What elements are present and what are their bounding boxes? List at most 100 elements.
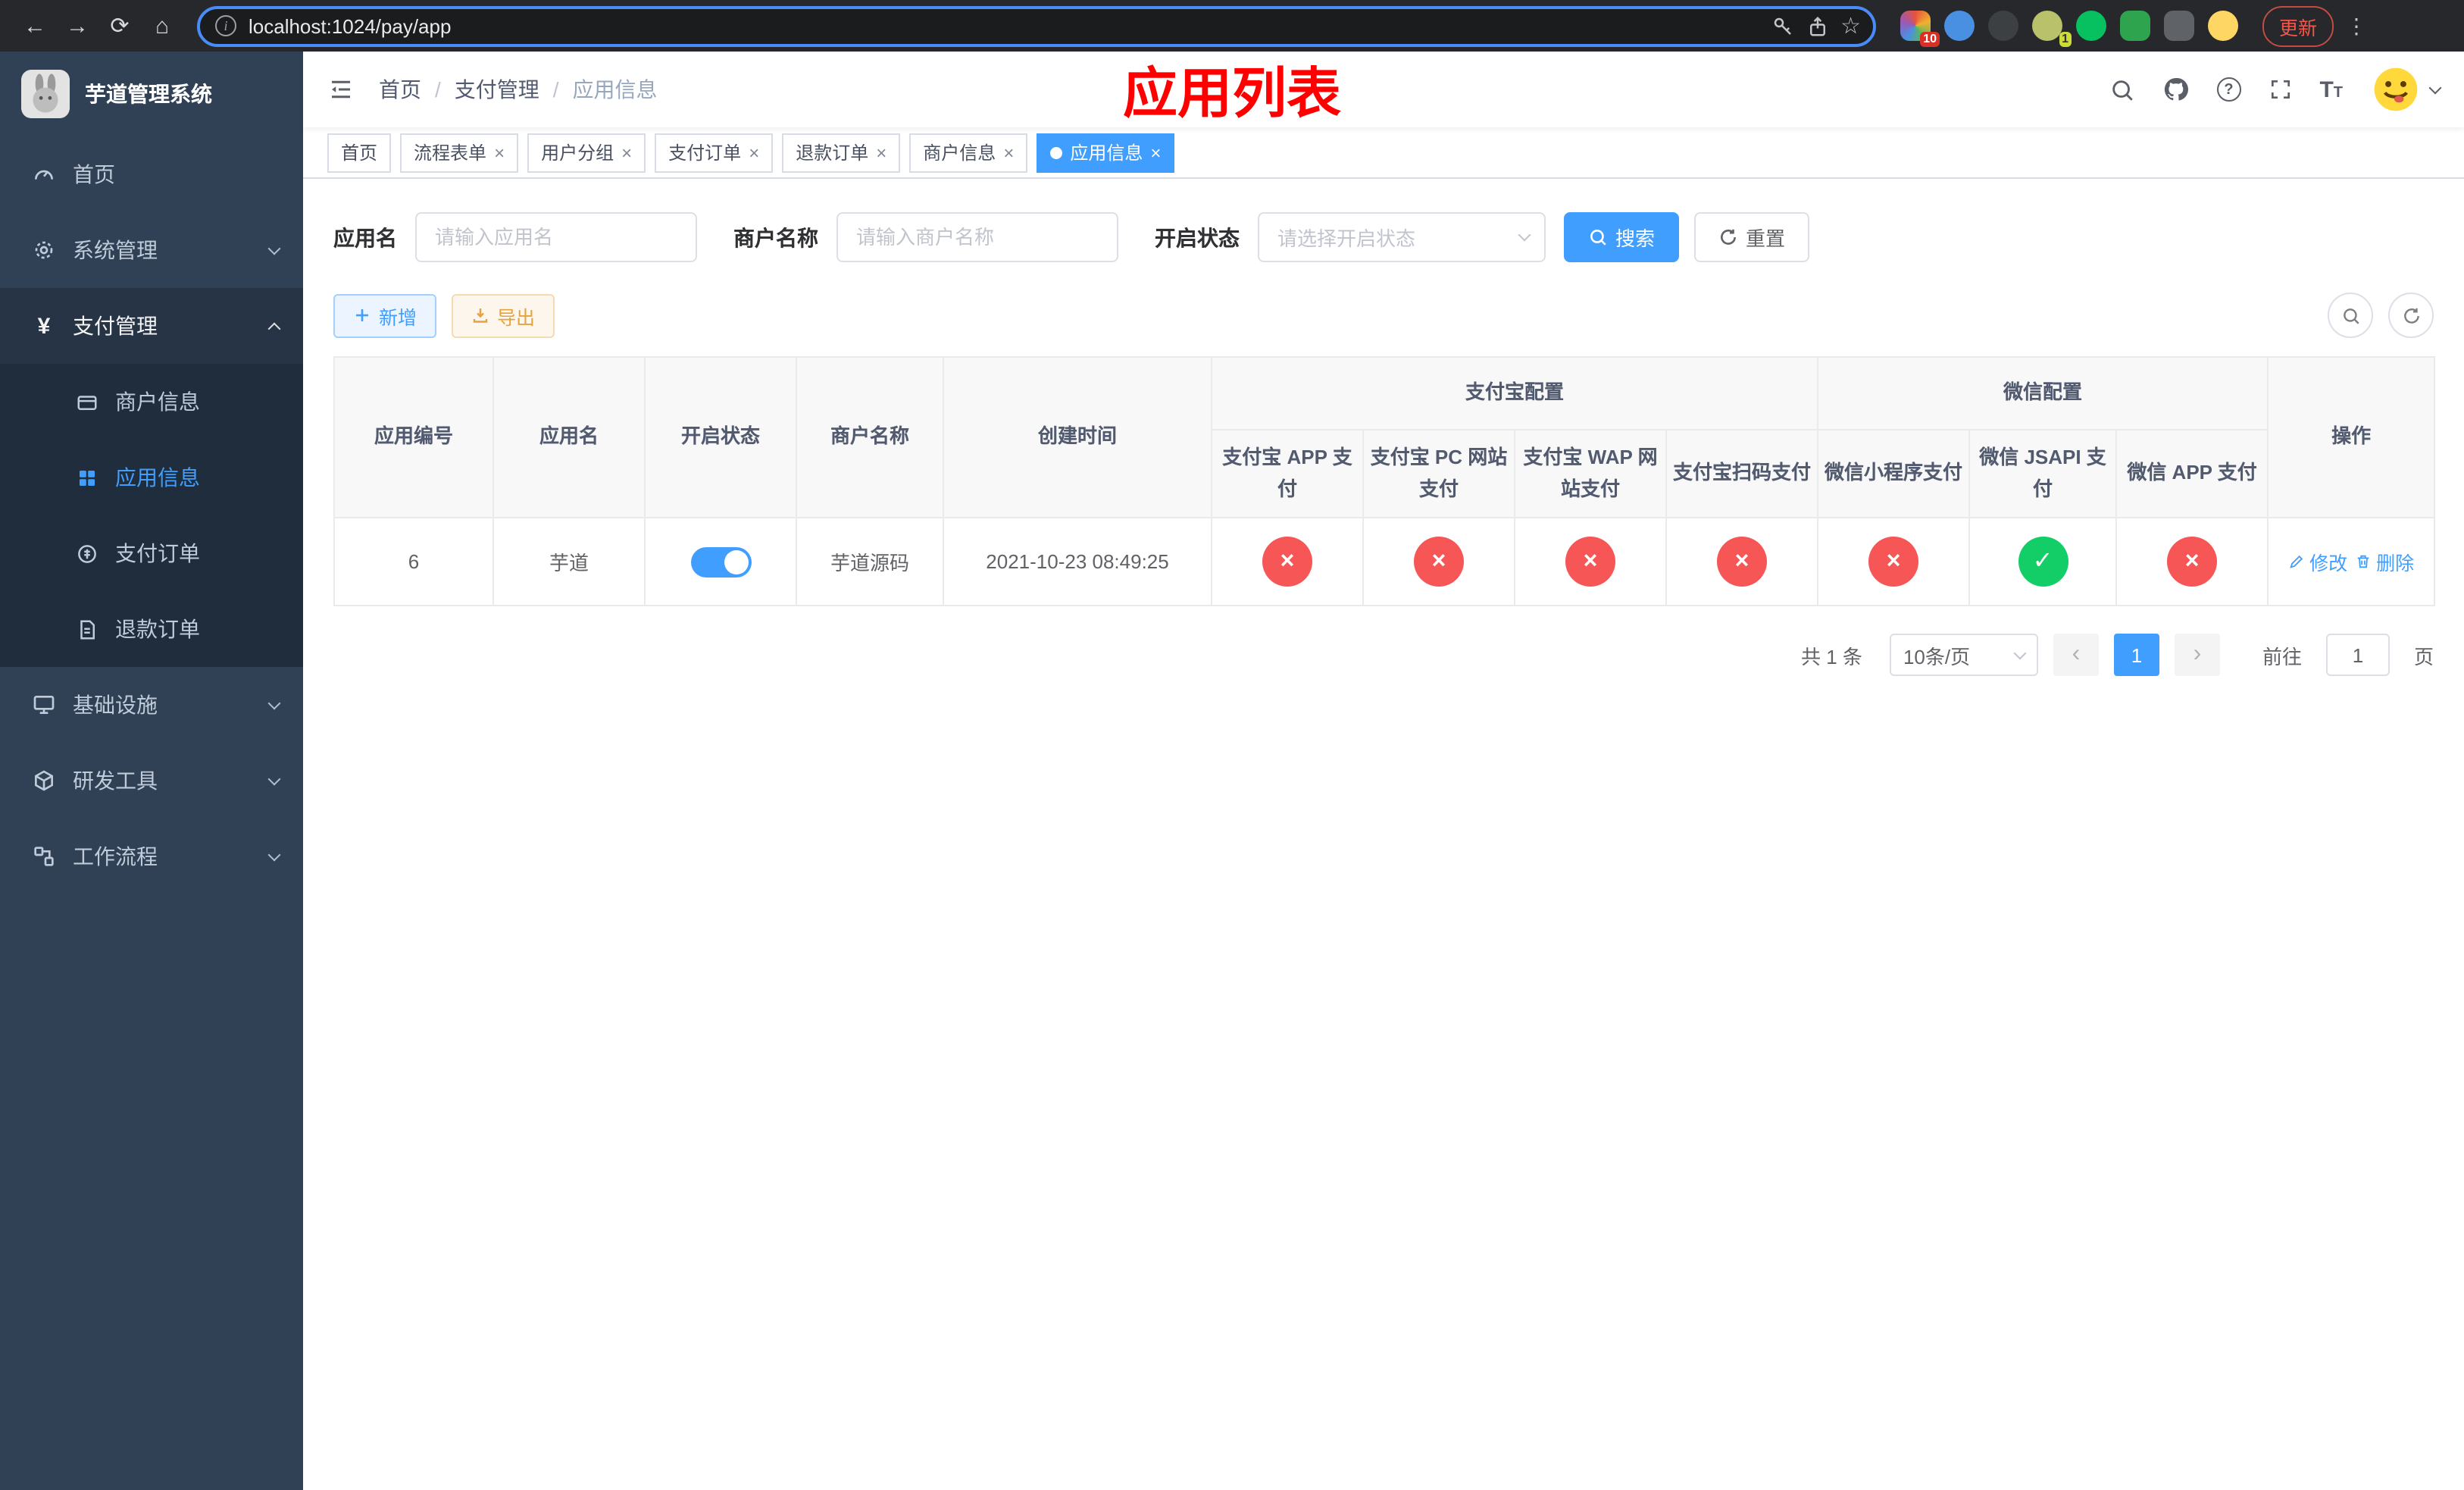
col-merchant-name: 商户名称 — [796, 356, 944, 518]
user-avatar[interactable] — [2370, 64, 2442, 115]
address-bar[interactable]: i localhost:1024/pay/app ☆ — [197, 5, 1876, 46]
tab-close-icon[interactable]: × — [494, 143, 505, 161]
export-button[interactable]: 导出 — [452, 293, 555, 337]
chevron-up-icon — [267, 321, 281, 335]
col-actions: 操作 — [2267, 356, 2436, 518]
chevron-down-icon — [1518, 228, 1531, 242]
browser-update-button[interactable]: 更新 — [2262, 5, 2334, 46]
edit-link[interactable]: 修改 — [2288, 547, 2347, 576]
help-icon[interactable]: ? — [2216, 77, 2241, 102]
sidebar-item-payment[interactable]: ¥ 支付管理 — [0, 288, 303, 364]
sidebar-item-system[interactable]: 系统管理 — [0, 212, 303, 288]
extension-icon[interactable] — [1944, 11, 1975, 41]
tab-app-info-active[interactable]: 应用信息 × — [1037, 133, 1175, 172]
url-text[interactable]: localhost:1024/pay/app — [249, 14, 1759, 37]
current-page-button[interactable]: 1 — [2113, 634, 2159, 676]
status-toggle[interactable] — [690, 546, 751, 577]
home-icon[interactable]: ⌂ — [142, 6, 182, 45]
search-button-label: 搜索 — [1615, 227, 1656, 250]
tab-home[interactable]: 首页 — [327, 133, 392, 172]
col-alipay-qr: 支付宝扫码支付 — [1665, 429, 1819, 518]
sidebar-item-payment-orders[interactable]: 支付订单 — [0, 515, 303, 591]
search-button[interactable]: 搜索 — [1564, 212, 1680, 262]
tab-close-icon[interactable]: × — [621, 143, 632, 161]
breadcrumb-item[interactable]: 支付管理 — [455, 74, 539, 105]
tab-close-icon[interactable]: × — [1003, 143, 1014, 161]
page-size-select[interactable]: 10条/页 — [1889, 634, 2038, 676]
sidebar-item-infrastructure[interactable]: 基础设施 — [0, 667, 303, 743]
status-select[interactable]: 请选择开启状态 — [1258, 212, 1546, 262]
col-app-id: 应用编号 — [333, 356, 494, 518]
password-key-icon[interactable] — [1771, 14, 1793, 37]
sidebar-item-workflow[interactable]: 工作流程 — [0, 819, 303, 894]
extension-icon[interactable] — [2076, 11, 2106, 41]
forward-icon[interactable]: → — [58, 6, 97, 45]
extension-icon[interactable] — [2120, 11, 2150, 41]
tab-payment-orders[interactable]: 支付订单 × — [655, 133, 774, 172]
share-icon[interactable] — [1806, 14, 1828, 37]
merchant-name-label: 商户名称 — [733, 225, 818, 249]
reset-button[interactable]: 重置 — [1694, 212, 1810, 262]
sidebar-fold-icon[interactable] — [327, 76, 355, 103]
sidebar-item-dev-tools[interactable]: 研发工具 — [0, 743, 303, 819]
sidebar-item-home[interactable]: 首页 — [0, 136, 303, 212]
wx-lite-status-icon: × — [1868, 537, 1919, 587]
table-row: 6 芋道 芋道源码 2021-10-23 08:49:25 × × × × × … — [333, 517, 2436, 606]
extension-icon[interactable]: 10 — [1900, 11, 1940, 47]
tab-label: 支付订单 — [668, 142, 742, 164]
col-group-alipay: 支付宝配置 — [1210, 356, 1819, 430]
tab-close-icon[interactable]: × — [876, 143, 886, 161]
next-page-button[interactable]: › — [2174, 634, 2220, 676]
tab-close-icon[interactable]: × — [749, 143, 759, 161]
payment-submenu: 商户信息 应用信息 支付订单 退款订单 — [0, 364, 303, 667]
sidebar-item-label: 研发工具 — [73, 768, 158, 793]
extension-icon[interactable] — [2164, 11, 2194, 41]
breadcrumb-separator: / — [435, 77, 441, 102]
emoji-extension-icon[interactable] — [2208, 11, 2238, 41]
sidebar-item-label: 基础设施 — [73, 693, 158, 717]
back-icon[interactable]: ← — [15, 6, 55, 45]
prev-page-button[interactable]: ‹ — [2053, 634, 2099, 676]
sidebar-item-merchant-info[interactable]: 商户信息 — [0, 364, 303, 440]
browser-menu-icon[interactable]: ⋮ — [2343, 13, 2370, 39]
goto-page-input[interactable] — [2325, 634, 2390, 676]
fullscreen-icon[interactable] — [2268, 77, 2292, 102]
sidebar-item-app-info[interactable]: 应用信息 — [0, 440, 303, 515]
tab-process-form[interactable]: 流程表单 × — [400, 133, 519, 172]
sidebar: 芋道管理系统 首页 系统管理 ¥ 支付管理 商户信息 应用信息 支付订单 退款订… — [0, 52, 303, 1490]
extension-avatar-icon[interactable]: 1 — [2032, 11, 2072, 47]
export-button-label: 导出 — [497, 307, 536, 328]
github-icon[interactable] — [2162, 76, 2189, 103]
search-icon[interactable] — [2109, 77, 2134, 102]
merchant-name-input[interactable] — [836, 212, 1118, 262]
chevron-down-icon — [2428, 80, 2442, 94]
delete-link[interactable]: 删除 — [2355, 547, 2414, 576]
tab-close-icon[interactable]: × — [1150, 143, 1161, 161]
search-icon — [1590, 230, 1606, 246]
cell-app-name: 芋道 — [492, 517, 646, 606]
search-icon — [2343, 308, 2359, 324]
sidebar-item-label: 系统管理 — [73, 238, 158, 262]
alipay-qr-status-icon: × — [1717, 537, 1767, 587]
dashboard-icon — [30, 162, 58, 186]
refresh-table-button[interactable] — [2388, 293, 2434, 338]
screen: ← → ⟳ ⌂ i localhost:1024/pay/app ☆ 10 1 — [0, 0, 2464, 1490]
breadcrumb-item[interactable]: 首页 — [379, 74, 421, 105]
bookmark-star-icon[interactable]: ☆ — [1840, 12, 1861, 39]
site-info-icon[interactable]: i — [215, 15, 236, 36]
reload-icon[interactable]: ⟳ — [100, 6, 139, 45]
sidebar-item-label: 退款订单 — [115, 617, 200, 641]
add-button[interactable]: 新增 — [333, 293, 437, 337]
active-dot — [1050, 146, 1063, 158]
pagination: 共 1 条 10条/页 ‹ 1 › 前往 页 — [333, 634, 2434, 676]
sidebar-item-refund-orders[interactable]: 退款订单 — [0, 591, 303, 667]
extension-icon[interactable] — [1988, 11, 2018, 41]
alipay-pc-status-icon: × — [1414, 537, 1464, 587]
tab-user-group[interactable]: 用户分组 × — [527, 133, 646, 172]
toggle-search-button[interactable] — [2328, 293, 2373, 338]
tab-refund-orders[interactable]: 退款订单 × — [782, 133, 901, 172]
app-name-input[interactable] — [415, 212, 697, 262]
font-size-icon[interactable]: TT — [2319, 77, 2343, 102]
tab-merchant-info[interactable]: 商户信息 × — [909, 133, 1028, 172]
gear-icon — [30, 238, 58, 262]
